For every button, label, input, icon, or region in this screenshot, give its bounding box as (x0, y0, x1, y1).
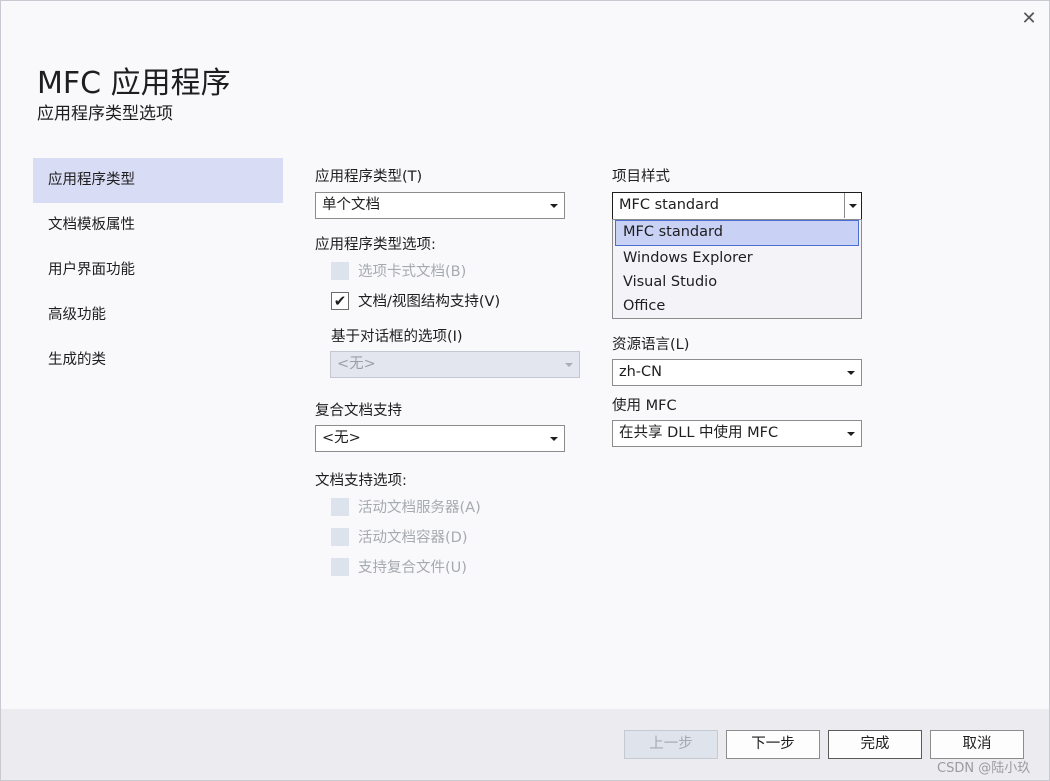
sidebar-item-app-type[interactable]: 应用程序类型 (33, 158, 283, 203)
doc-view-checkbox[interactable]: ✔ 文档/视图结构支持(V) (331, 290, 500, 311)
active-server-checkbox[interactable]: 活动文档服务器(A) (331, 496, 481, 517)
project-style-option[interactable]: MFC standard (615, 220, 859, 246)
active-container-checkbox[interactable]: 活动文档容器(D) (331, 526, 467, 547)
tabbed-docs-label: 选项卡式文档(B) (358, 264, 467, 280)
project-style-value: MFC standard (619, 197, 719, 213)
doc-view-label: 文档/视图结构支持(V) (358, 294, 501, 310)
chevron-down-icon (847, 432, 855, 436)
app-type-select[interactable]: 单个文档 (315, 192, 565, 219)
next-button[interactable]: 下一步 (726, 730, 820, 759)
active-server-label: 活动文档服务器(A) (358, 500, 481, 516)
compound-doc-value: <无> (322, 430, 361, 446)
resource-lang-value: zh-CN (619, 364, 663, 380)
checkbox-icon (331, 557, 349, 576)
app-type-value: 单个文档 (322, 197, 380, 213)
project-style-dropdown-list: MFC standard Windows Explorer Visual Stu… (612, 219, 862, 319)
checkbox-icon (331, 261, 349, 280)
prev-button[interactable]: 上一步 (624, 730, 718, 759)
project-style-option[interactable]: Office (615, 294, 859, 318)
dialog-options-select[interactable]: <无> (330, 351, 580, 378)
chevron-down-icon (565, 363, 573, 367)
project-style-label: 项目样式 (612, 169, 670, 185)
page-subtitle: 应用程序类型选项 (37, 104, 173, 124)
project-style-option[interactable]: Visual Studio (615, 270, 859, 294)
chevron-down-icon (847, 371, 855, 375)
dialog-options-label: 基于对话框的选项(I) (331, 329, 463, 345)
sidebar-item-advanced[interactable]: 高级功能 (33, 293, 283, 338)
use-mfc-select[interactable]: 在共享 DLL 中使用 MFC (612, 420, 862, 447)
resource-lang-select[interactable]: zh-CN (612, 359, 862, 386)
chevron-down-icon (849, 204, 857, 208)
finish-button[interactable]: 完成 (828, 730, 922, 759)
doc-support-label: 文档支持选项: (315, 473, 407, 489)
compound-files-label: 支持复合文件(U) (358, 560, 467, 576)
cancel-button[interactable]: 取消 (930, 730, 1024, 759)
checkbox-icon (331, 497, 349, 516)
use-mfc-label: 使用 MFC (612, 398, 677, 414)
use-mfc-value: 在共享 DLL 中使用 MFC (619, 425, 779, 441)
tabbed-docs-checkbox[interactable]: 选项卡式文档(B) (331, 260, 466, 281)
sidebar-item-generated-classes[interactable]: 生成的类 (33, 338, 283, 383)
dropdown-button[interactable] (844, 193, 861, 218)
checkbox-icon (331, 527, 349, 546)
sidebar-item-ui-features[interactable]: 用户界面功能 (33, 248, 283, 293)
dialog-options-value: <无> (337, 356, 376, 372)
compound-doc-label: 复合文档支持 (315, 403, 402, 419)
resource-lang-label: 资源语言(L) (612, 337, 690, 353)
close-icon[interactable]: ✕ (1017, 6, 1041, 30)
app-type-label: 应用程序类型(T) (315, 169, 423, 185)
compound-doc-select[interactable]: <无> (315, 425, 565, 452)
checkmark-icon: ✔ (331, 291, 349, 310)
sidebar-nav: 应用程序类型 文档模板属性 用户界面功能 高级功能 生成的类 (33, 158, 283, 383)
project-style-option[interactable]: Windows Explorer (615, 246, 859, 270)
compound-files-checkbox[interactable]: 支持复合文件(U) (331, 556, 467, 577)
watermark: CSDN @陆小玖 (937, 761, 1031, 776)
sidebar-item-doc-template[interactable]: 文档模板属性 (33, 203, 283, 248)
page-title: MFC 应用程序 (37, 66, 231, 101)
chevron-down-icon (550, 437, 558, 441)
active-container-label: 活动文档容器(D) (358, 530, 468, 546)
chevron-down-icon (550, 204, 558, 208)
app-type-options-label: 应用程序类型选项: (315, 237, 436, 253)
project-style-select[interactable]: MFC standard (612, 192, 862, 220)
